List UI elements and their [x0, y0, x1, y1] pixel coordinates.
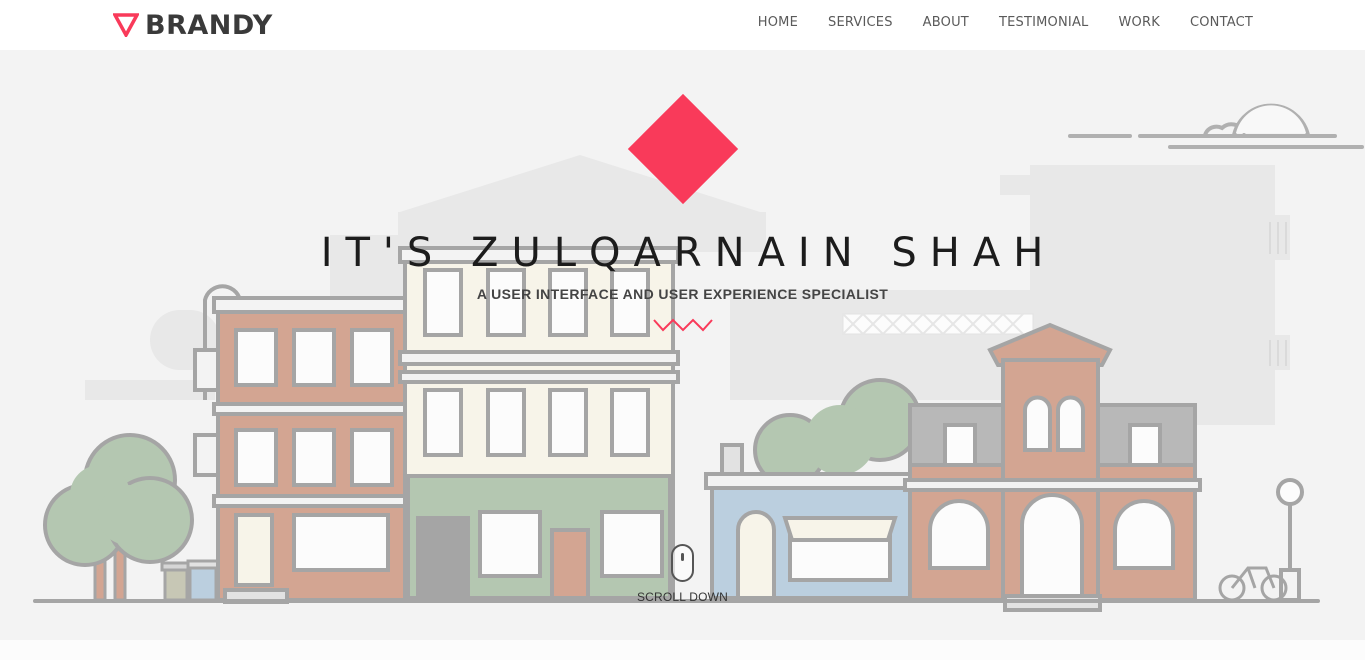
scroll-down-button[interactable]: SCROLL DOWN	[620, 544, 745, 604]
hero-subtitle: A USER INTERFACE AND USER EXPERIENCE SPE…	[476, 286, 889, 302]
mouse-icon	[671, 544, 694, 582]
triangle-logo-icon	[113, 13, 139, 37]
hero-title: IT'S ZULQARNAIN SHAH	[320, 230, 1057, 276]
nav-item-services[interactable]: SERVICES	[828, 15, 893, 30]
navbar: BRANDY HOME SERVICES ABOUT TESTIMONIAL W…	[0, 0, 1365, 50]
section-divider	[0, 640, 1365, 660]
brand-logo[interactable]: BRANDY	[113, 9, 273, 41]
hero-section: IT'S ZULQARNAIN SHAH A USER INTERFACE AN…	[0, 50, 1365, 640]
zigzag-icon	[653, 318, 713, 332]
nav-item-contact[interactable]: CONTACT	[1190, 15, 1253, 30]
nav-item-home[interactable]: HOME	[758, 15, 798, 30]
nav-item-about[interactable]: ABOUT	[923, 15, 969, 30]
nav-item-testimonial[interactable]: TESTIMONIAL	[999, 15, 1089, 30]
nav-menu: HOME SERVICES ABOUT TESTIMONIAL WORK CON…	[758, 15, 1253, 30]
brand-name: BRANDY	[145, 9, 273, 41]
nav-item-work[interactable]: WORK	[1118, 15, 1159, 30]
scroll-down-label: SCROLL DOWN	[636, 590, 729, 604]
